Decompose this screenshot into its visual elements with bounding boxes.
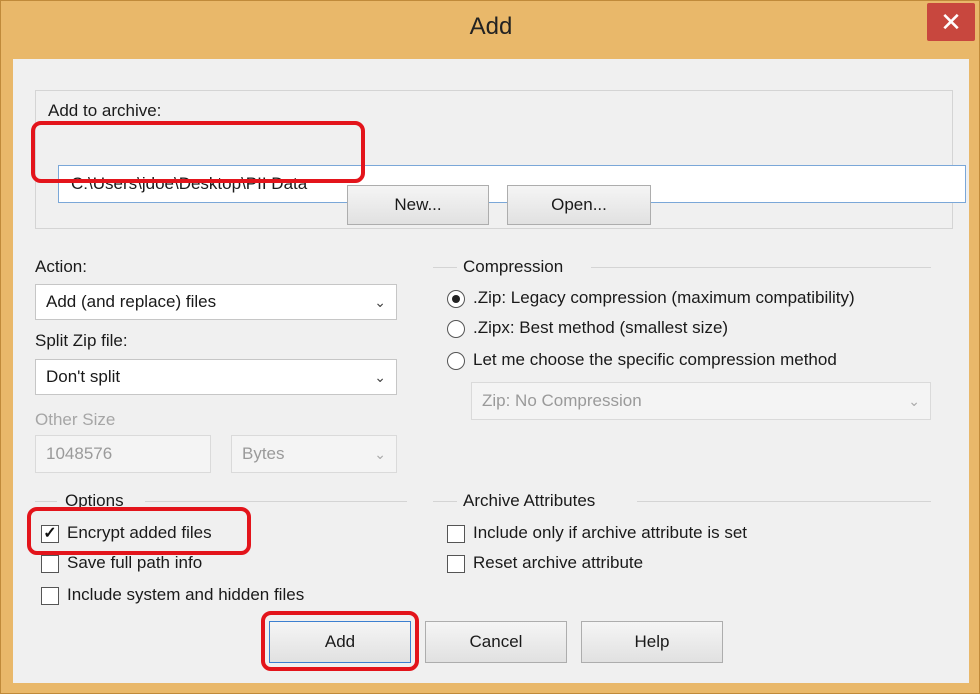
archive-attributes-label: Archive Attributes [463,491,596,510]
other-size-input[interactable]: 1048576 [35,435,211,473]
compression-group-line [591,267,931,268]
save-path-checkbox[interactable] [41,555,59,573]
chevron-down-icon: ⌄ [374,446,386,462]
compression-method-value: Zip: No Compression [482,391,642,410]
new-button[interactable]: New... [347,185,489,225]
size-unit-value: Bytes [242,444,285,463]
encrypt-checkbox[interactable]: ✓ [41,525,59,543]
other-size-value: 1048576 [46,444,113,463]
radio-choose-method-label[interactable]: Let me choose the specific compression m… [473,350,837,370]
action-dropdown[interactable]: Add (and replace) files ⌄ [35,284,397,320]
radio-zipx-best[interactable] [447,320,465,338]
radio-choose-method[interactable] [447,352,465,370]
archive-label: Add to archive: [48,101,162,120]
size-unit-dropdown[interactable]: Bytes ⌄ [231,435,397,473]
split-label: Split Zip file: [35,331,128,350]
help-button[interactable]: Help [581,621,723,663]
include-system-label[interactable]: Include system and hidden files [67,585,304,605]
close-icon: ✕ [940,7,962,37]
options-group-line [145,501,407,502]
include-system-checkbox[interactable] [41,587,59,605]
compression-label: Compression [463,257,564,276]
other-size-label: Other Size [35,410,116,429]
title-bar[interactable]: Add ✕ [1,1,980,59]
radio-zip-legacy-label[interactable]: .Zip: Legacy compression (maximum compat… [473,288,855,308]
action-label: Action: [35,257,87,276]
options-group-line [35,501,57,502]
action-selected-value: Add (and replace) files [46,292,217,311]
chevron-down-icon: ⌄ [374,369,386,385]
compression-group-line [433,267,457,268]
chevron-down-icon: ⌄ [908,393,920,409]
reset-attr-label[interactable]: Reset archive attribute [473,553,643,573]
archive-attr-only-label[interactable]: Include only if archive attribute is set [473,523,747,543]
dialog-body: Add to archive: New... Open... Action: A… [13,59,969,683]
options-label: Options [65,491,124,510]
split-dropdown[interactable]: Don't split ⌄ [35,359,397,395]
split-selected-value: Don't split [46,367,121,386]
archive-attr-only-checkbox[interactable] [447,525,465,543]
window-frame: Add ✕ Add to archive: New... Open... Act… [0,0,980,694]
radio-zip-legacy[interactable] [447,290,465,308]
cancel-button[interactable]: Cancel [425,621,567,663]
attributes-group-line [637,501,931,502]
add-button[interactable]: Add [269,621,411,663]
radio-zipx-best-label[interactable]: .Zipx: Best method (smallest size) [473,318,728,338]
archive-group: Add to archive: [35,90,966,229]
close-button[interactable]: ✕ [927,3,975,41]
open-button[interactable]: Open... [507,185,651,225]
reset-attr-checkbox[interactable] [447,555,465,573]
encrypt-label[interactable]: Encrypt added files [67,523,212,543]
compression-method-dropdown[interactable]: Zip: No Compression ⌄ [471,382,931,420]
chevron-down-icon: ⌄ [374,294,386,310]
attributes-group-line [433,501,457,502]
window-title: Add [469,13,513,40]
save-path-label[interactable]: Save full path info [67,553,202,573]
